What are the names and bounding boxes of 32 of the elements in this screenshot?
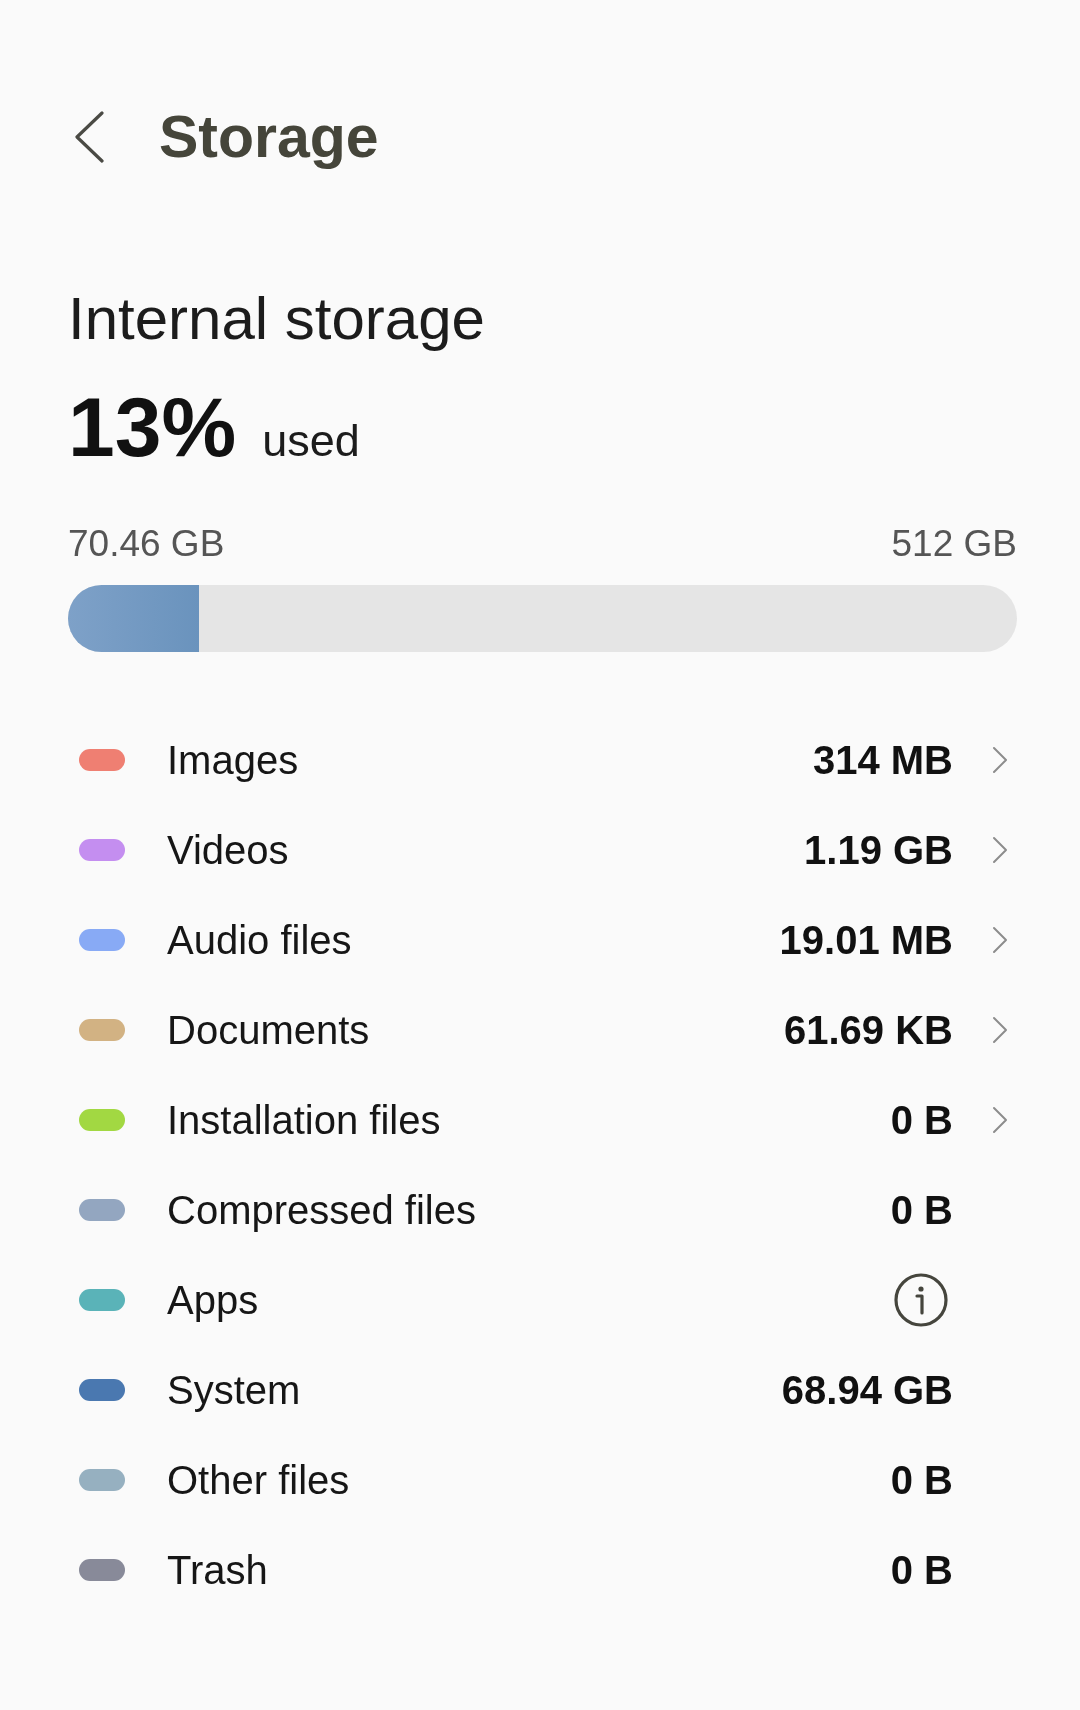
page-title: Storage — [159, 107, 379, 167]
category-size: 1.19 GB — [804, 827, 953, 874]
category-label[interactable]: Audio files — [167, 916, 352, 964]
category-label[interactable]: Images — [167, 736, 299, 784]
used-amount: 70.46 GB — [68, 522, 225, 566]
category-size: 0 B — [890, 1097, 953, 1144]
category-label: Trash — [167, 1547, 268, 1594]
category-size: 68.94 GB — [781, 1367, 953, 1414]
info-icon[interactable] — [894, 1273, 948, 1327]
category-size: 314 MB — [812, 737, 953, 784]
category-label: System — [167, 1367, 301, 1414]
percent-used: 13% — [68, 384, 237, 470]
category-label: Other files — [167, 1457, 350, 1504]
category-label: Apps — [167, 1277, 259, 1324]
category-size: 0 B — [890, 1187, 953, 1234]
chevron-right-icon — [992, 1016, 1008, 1044]
storage-heading: Internal storage — [68, 284, 485, 354]
used-label: used — [262, 418, 360, 463]
category-label[interactable]: Documents — [167, 1006, 370, 1054]
chevron-right-icon — [992, 926, 1008, 954]
category-label: Compressed files — [167, 1187, 476, 1234]
total-capacity: 512 GB — [891, 522, 1017, 566]
category-label[interactable]: Videos — [167, 826, 289, 874]
category-size: 0 B — [890, 1457, 953, 1504]
chevron-right-icon — [992, 746, 1008, 774]
category-size: 0 B — [890, 1547, 953, 1594]
category-size: 19.01 MB — [779, 917, 953, 964]
back-icon[interactable] — [74, 111, 104, 163]
category-label[interactable]: Installation files — [167, 1096, 441, 1144]
chevron-right-icon — [992, 1106, 1008, 1134]
chevron-right-icon — [992, 836, 1008, 864]
category-size: 61.69 KB — [784, 1007, 953, 1054]
